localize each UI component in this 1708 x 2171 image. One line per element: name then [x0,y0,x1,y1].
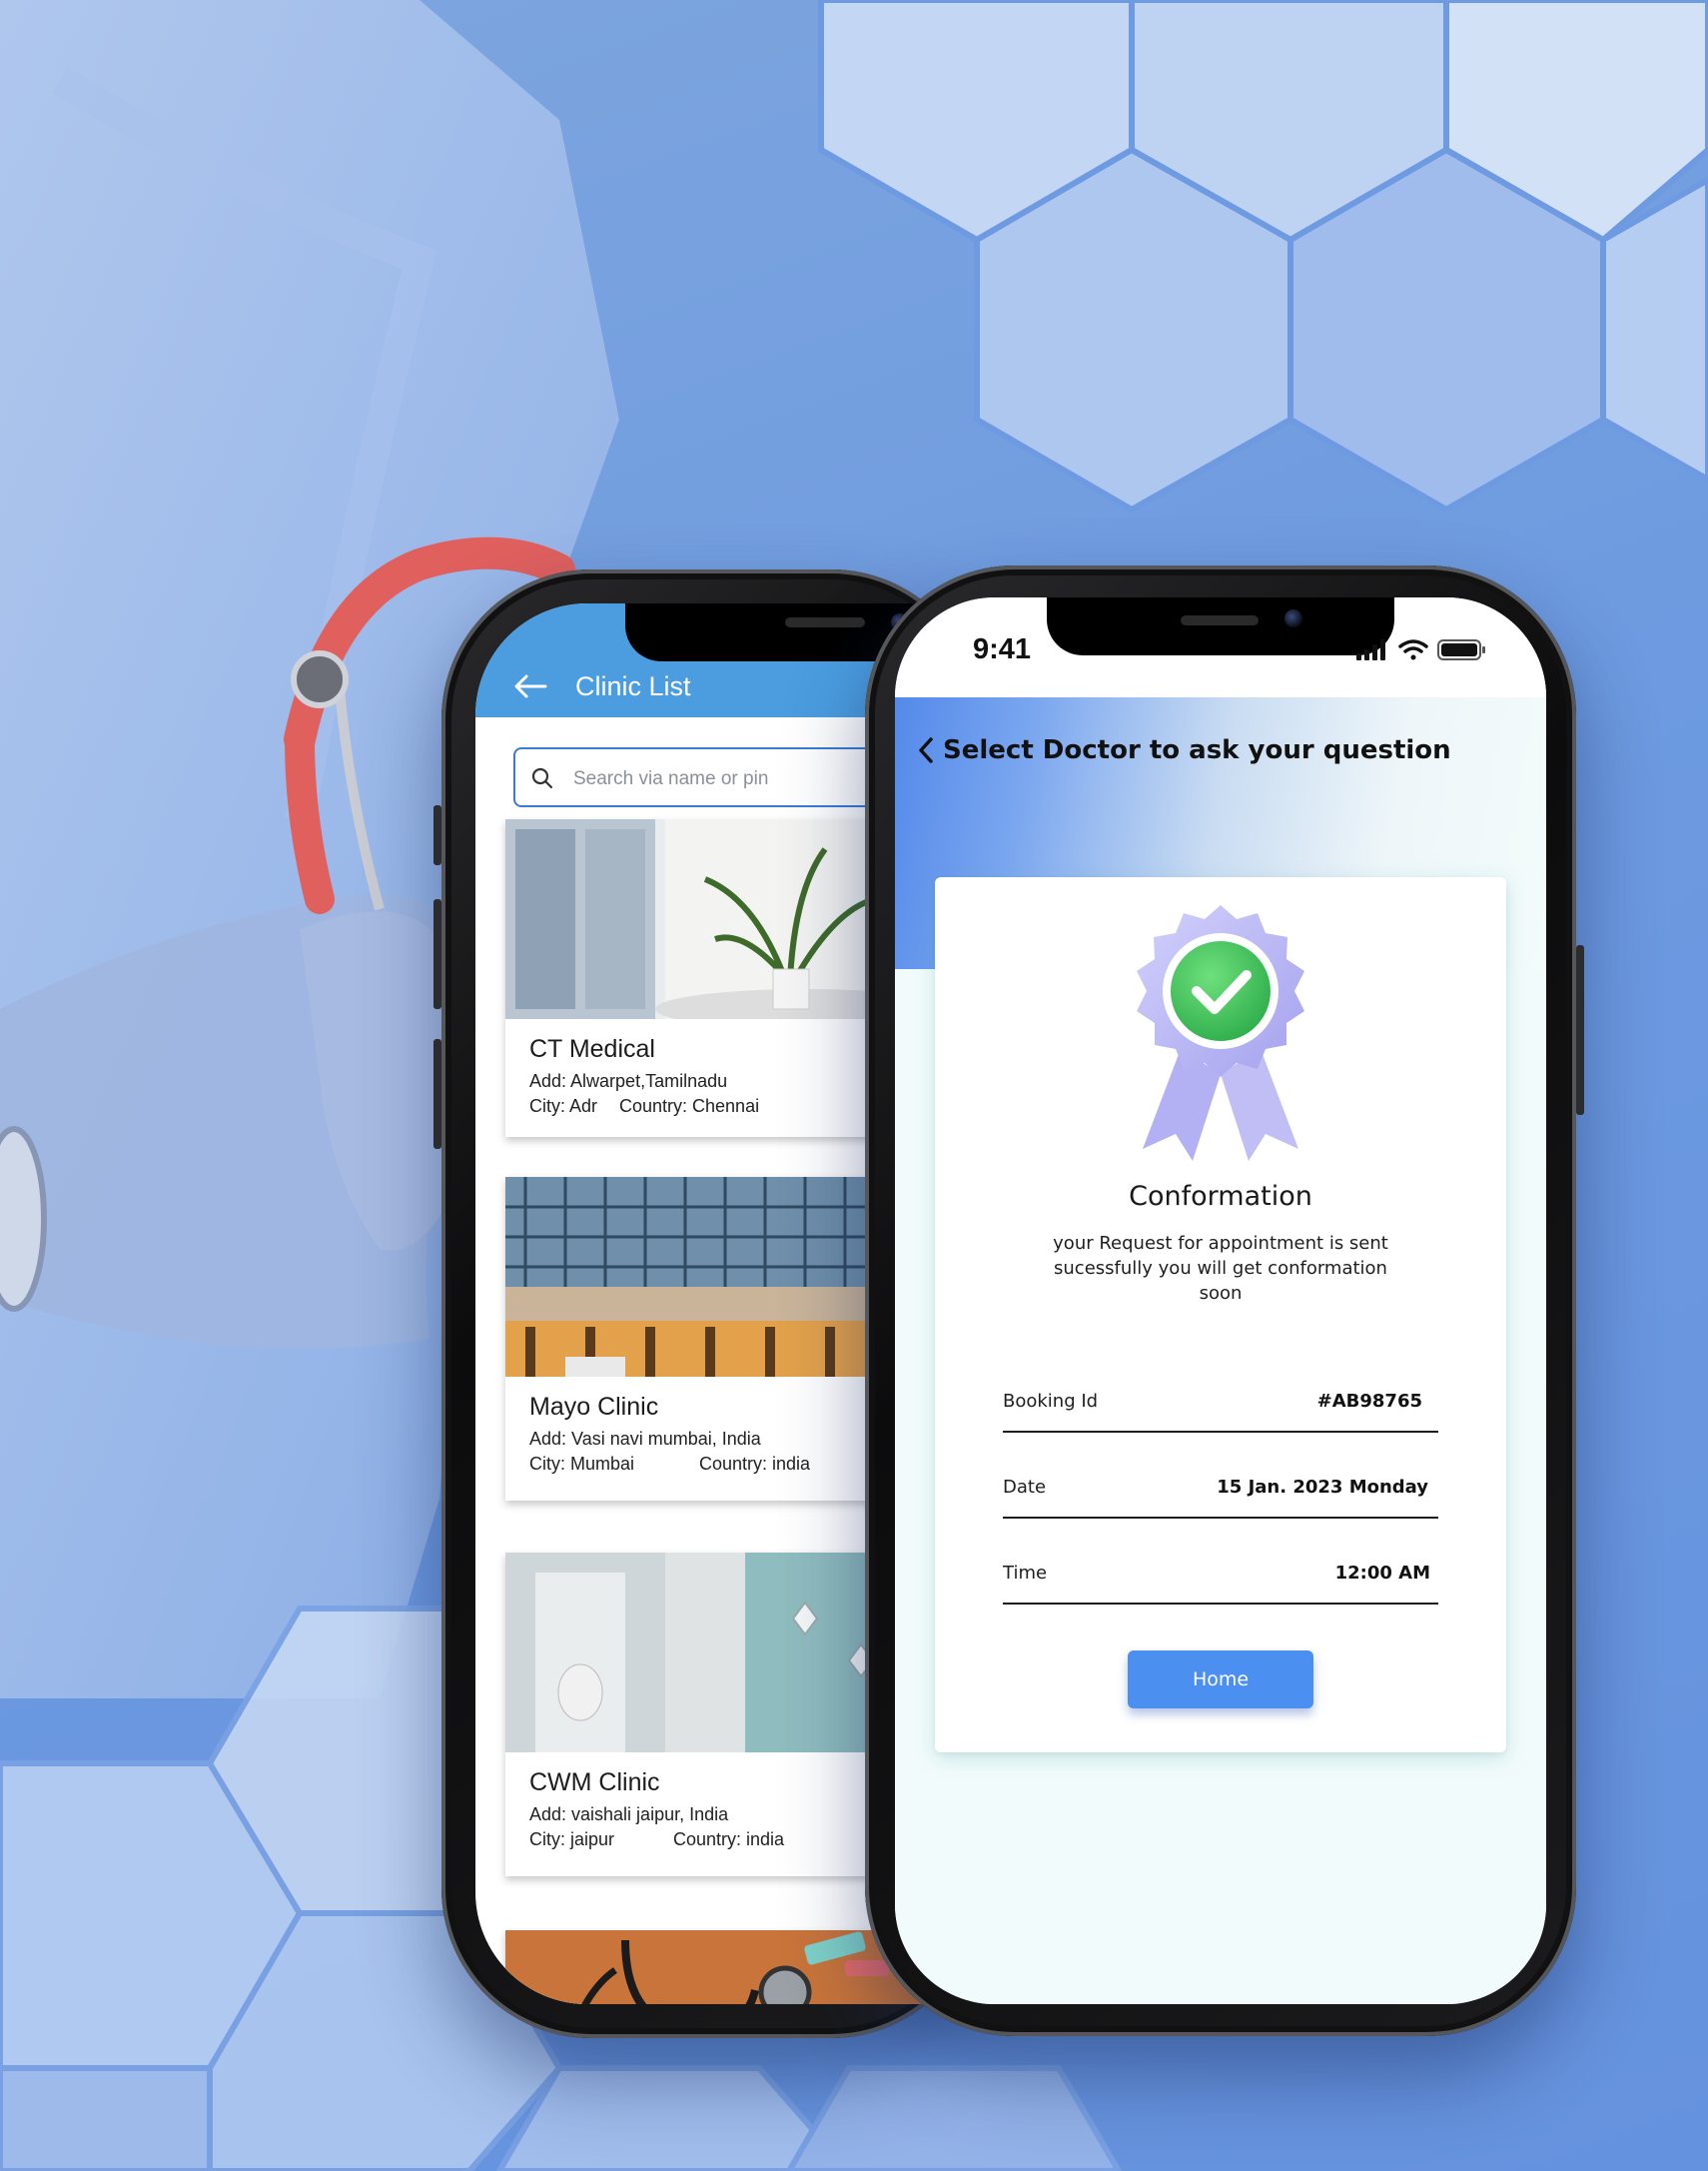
verified-badge-icon [1137,905,1304,1161]
speaker [785,617,865,627]
clinic-photo [505,1177,925,1377]
clinic-name: CWM Clinic [529,1768,660,1796]
clinic-address: Add: vaishali jaipur, India [529,1804,729,1824]
detail-value: 15 Jan. 2023 Monday [1217,1477,1428,1498]
booking-id-row: Booking Id #AB98765 [1003,1377,1438,1433]
clinic-address: Add: Vasi navi mumbai, India [529,1429,761,1449]
detail-value: 12:00 AM [1334,1563,1430,1584]
speaker [1181,615,1259,625]
front-camera [1284,609,1302,627]
detail-value: #AB98765 [1316,1391,1422,1412]
clinic-name: CT Medical [529,1035,655,1063]
battery-icon [1437,639,1485,660]
status-icons [1356,639,1485,660]
search-icon [531,767,553,789]
clinic-card[interactable] [505,1930,925,2004]
clinic-photo [505,1930,925,2004]
confirmation-phone: 9:41 Select Doctor to ask your question … [865,565,1584,2036]
clinic-country: Country: india [699,1454,811,1474]
date-row: Date 15 Jan. 2023 Monday [1003,1463,1438,1519]
clinic-address: Add: Alwarpet,Tamilnadu [529,1071,728,1091]
power-button [1576,945,1584,1115]
detail-label: Booking Id [1003,1391,1099,1412]
volume-button [433,899,441,1009]
detail-label: Time [1003,1563,1048,1584]
clinic-name: Mayo Clinic [529,1393,659,1421]
time-row: Time 12:00 AM [1003,1549,1438,1605]
clinic-list-title: Clinic List [575,671,691,701]
clinic-photo [505,1553,925,1752]
clinic-city: City: Adr [529,1096,598,1116]
hexagon-pattern-top [818,0,1708,514]
detail-label: Date [1003,1477,1047,1498]
page-title: Select Doctor to ask your question [943,735,1451,765]
clinic-city: City: Mumbai [529,1454,635,1474]
chevron-left-icon[interactable] [915,735,937,765]
clinic-card[interactable]: CT Medical Add: Alwarpet,Tamilnadu City:… [505,819,925,1137]
volume-button [433,805,441,865]
back-arrow-icon[interactable] [513,673,547,699]
wristwatch [0,1126,47,1312]
volume-button [433,1039,441,1149]
signal-icon [1356,639,1385,660]
home-button[interactable]: Home [1128,1650,1313,1708]
clinic-card[interactable]: CWM Clinic Add: vaishali jaipur, India C… [505,1553,925,1876]
clinic-photo [505,819,925,1019]
clinic-country: Country: india [673,1829,785,1849]
clinic-search-input[interactable]: Search via name or pin [513,747,913,807]
search-placeholder: Search via name or pin [573,768,769,789]
clinic-country: Country: Chennai [619,1096,760,1116]
status-time: 9:41 [973,633,1032,665]
confirmation-card: Conformation your Request for appointmen… [935,877,1506,1752]
confirmation-heading: Conformation [1129,1181,1312,1212]
confirmation-screen: 9:41 Select Doctor to ask your question … [895,597,1546,2004]
stethoscope-head [291,650,349,708]
clinic-city: City: jaipur [529,1829,615,1849]
confirmation-message: your Request for appointment is sent suc… [1053,1233,1388,1304]
wifi-icon [1398,639,1428,660]
clinic-card[interactable]: Mayo Clinic Add: Vasi navi mumbai, India… [505,1177,925,1501]
